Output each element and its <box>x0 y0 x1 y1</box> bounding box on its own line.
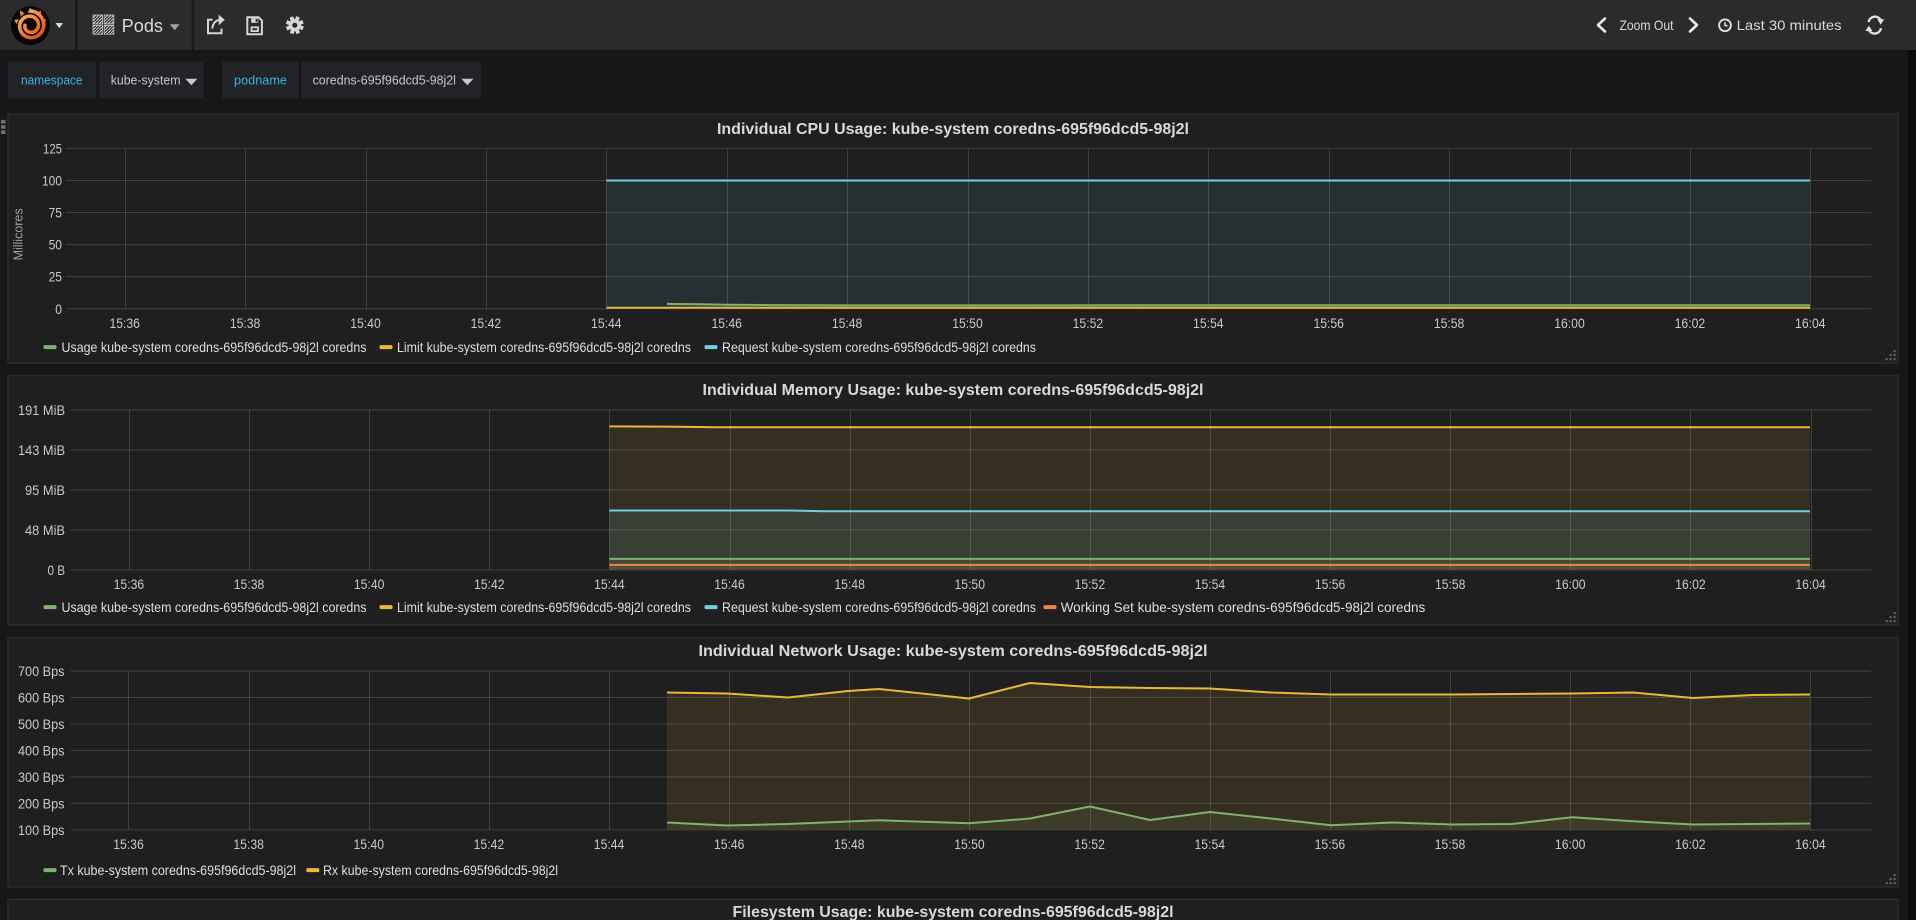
svg-text:Individual Memory Usage: kube-: Individual Memory Usage: kube-system cor… <box>703 382 1204 399</box>
svg-text:15:56: 15:56 <box>1315 577 1346 593</box>
svg-text:Filesystem Usage: kube-system: Filesystem Usage: kube-system coredns-69… <box>733 904 1174 920</box>
svg-text:15:48: 15:48 <box>834 577 865 593</box>
svg-text:15:36: 15:36 <box>113 837 144 853</box>
svg-text:16:02: 16:02 <box>1675 577 1706 593</box>
svg-text:15:38: 15:38 <box>230 316 261 332</box>
svg-text:75: 75 <box>49 206 62 222</box>
svg-text:Zoom Out: Zoom Out <box>1620 17 1674 33</box>
svg-text:15:40: 15:40 <box>350 316 381 332</box>
svg-text:15:36: 15:36 <box>109 316 140 332</box>
svg-text:Tx kube-system coredns-695f96d: Tx kube-system coredns-695f96dcd5-98j2l <box>60 862 296 878</box>
svg-text:Individual CPU Usage: kube-sys: Individual CPU Usage: kube-system coredn… <box>717 121 1189 138</box>
svg-text:15:42: 15:42 <box>471 316 502 332</box>
svg-text:16:04: 16:04 <box>1795 316 1826 332</box>
svg-text:15:46: 15:46 <box>714 837 745 853</box>
svg-text:15:58: 15:58 <box>1435 837 1466 853</box>
svg-text:15:50: 15:50 <box>952 316 983 332</box>
svg-text:15:38: 15:38 <box>234 577 265 593</box>
svg-text:500 Bps: 500 Bps <box>18 717 65 733</box>
svg-text:Last 30 minutes: Last 30 minutes <box>1737 17 1842 33</box>
svg-text:15:40: 15:40 <box>354 837 385 853</box>
svg-text:50: 50 <box>49 238 62 254</box>
svg-text:300 Bps: 300 Bps <box>18 770 65 786</box>
svg-text:200 Bps: 200 Bps <box>18 797 65 813</box>
svg-text:15:46: 15:46 <box>711 316 742 332</box>
svg-text:100: 100 <box>42 174 62 190</box>
svg-text:Request kube-system coredns-69: Request kube-system coredns-695f96dcd5-9… <box>722 339 1036 355</box>
svg-text:15:50: 15:50 <box>954 837 985 853</box>
svg-text:Pods: Pods <box>122 16 163 36</box>
svg-text:16:04: 16:04 <box>1795 577 1826 593</box>
svg-text:15:52: 15:52 <box>1075 577 1106 593</box>
svg-text:15:50: 15:50 <box>954 577 985 593</box>
svg-text:Limit kube-system coredns-695f: Limit kube-system coredns-695f96dcd5-98j… <box>397 339 691 355</box>
svg-text:143 MiB: 143 MiB <box>18 443 65 459</box>
svg-text:15:52: 15:52 <box>1073 316 1104 332</box>
svg-text:15:44: 15:44 <box>594 577 625 593</box>
svg-text:15:56: 15:56 <box>1313 316 1344 332</box>
svg-text:Working Set kube-system coredn: Working Set kube-system coredns-695f96dc… <box>1061 599 1426 615</box>
svg-text:namespace: namespace <box>21 72 83 87</box>
svg-text:25: 25 <box>49 270 62 286</box>
svg-text:16:00: 16:00 <box>1555 837 1586 853</box>
svg-text:15:48: 15:48 <box>834 837 865 853</box>
svg-text:700 Bps: 700 Bps <box>18 664 65 680</box>
svg-text:16:00: 16:00 <box>1554 316 1585 332</box>
svg-text:15:42: 15:42 <box>474 577 505 593</box>
svg-text:0 B: 0 B <box>48 563 66 579</box>
svg-text:15:48: 15:48 <box>832 316 863 332</box>
svg-text:Usage kube-system coredns-695f: Usage kube-system coredns-695f96dcd5-98j… <box>62 599 367 615</box>
svg-text:coredns-695f96dcd5-98j2l: coredns-695f96dcd5-98j2l <box>313 72 456 87</box>
svg-text:15:54: 15:54 <box>1193 316 1224 332</box>
svg-text:15:36: 15:36 <box>114 577 145 593</box>
svg-text:16:02: 16:02 <box>1675 316 1706 332</box>
svg-text:Limit kube-system coredns-695f: Limit kube-system coredns-695f96dcd5-98j… <box>397 599 691 615</box>
svg-text:15:38: 15:38 <box>233 837 264 853</box>
svg-text:Millicores: Millicores <box>11 208 25 260</box>
svg-text:400 Bps: 400 Bps <box>18 744 65 760</box>
svg-text:15:52: 15:52 <box>1074 837 1105 853</box>
svg-text:15:40: 15:40 <box>354 577 385 593</box>
svg-text:15:44: 15:44 <box>594 837 625 853</box>
svg-text:95 MiB: 95 MiB <box>25 483 65 499</box>
svg-text:15:54: 15:54 <box>1195 577 1226 593</box>
svg-text:600 Bps: 600 Bps <box>18 691 65 707</box>
svg-text:16:02: 16:02 <box>1675 837 1706 853</box>
svg-text:15:58: 15:58 <box>1435 577 1466 593</box>
svg-text:16:04: 16:04 <box>1795 837 1826 853</box>
svg-text:0: 0 <box>55 302 62 318</box>
svg-text:15:44: 15:44 <box>591 316 622 332</box>
svg-text:15:54: 15:54 <box>1195 837 1226 853</box>
svg-text:125: 125 <box>43 142 62 158</box>
svg-text:Usage kube-system coredns-695f: Usage kube-system coredns-695f96dcd5-98j… <box>62 339 367 355</box>
svg-text:16:00: 16:00 <box>1555 577 1586 593</box>
svg-text:15:42: 15:42 <box>474 837 505 853</box>
svg-text:Rx kube-system coredns-695f96d: Rx kube-system coredns-695f96dcd5-98j2l <box>323 862 558 878</box>
svg-text:48 MiB: 48 MiB <box>25 523 65 539</box>
svg-text:15:46: 15:46 <box>714 577 745 593</box>
svg-text:Individual Network Usage: kube: Individual Network Usage: kube-system co… <box>699 643 1208 660</box>
svg-text:podname: podname <box>234 72 287 87</box>
svg-text:191 MiB: 191 MiB <box>18 403 65 419</box>
svg-text:kube-system: kube-system <box>111 72 181 87</box>
svg-text:15:58: 15:58 <box>1434 316 1465 332</box>
svg-text:15:56: 15:56 <box>1315 837 1346 853</box>
svg-text:100 Bps: 100 Bps <box>18 823 65 839</box>
svg-text:Request kube-system coredns-69: Request kube-system coredns-695f96dcd5-9… <box>722 599 1036 615</box>
